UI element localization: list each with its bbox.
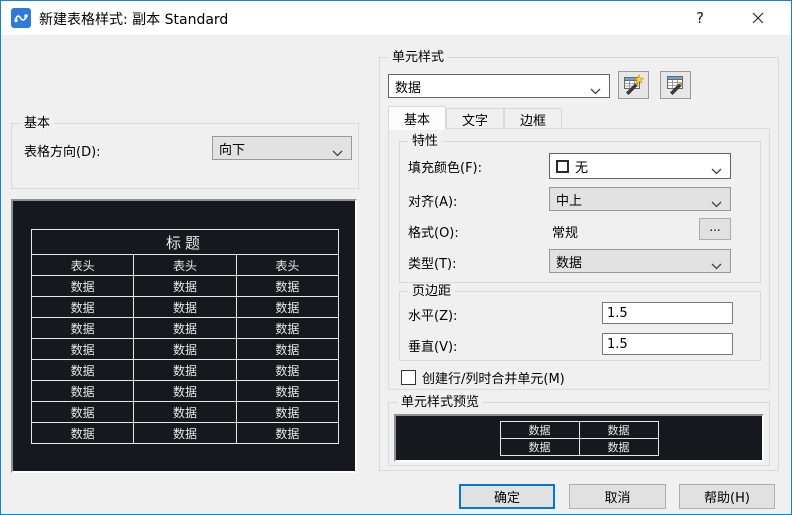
preview-table: 标题表头表头表头数据数据数据数据数据数据数据数据数据数据数据数据数据数据数据数据… <box>31 229 339 444</box>
help-titlebar-button[interactable]: ? <box>677 1 723 34</box>
vertical-margin-label: 垂直(V): <box>408 336 457 355</box>
alignment-label: 对齐(A): <box>408 191 457 210</box>
table-direction-label: 表格方向(D): <box>24 141 101 160</box>
preview-data-cell: 数据 <box>236 297 338 318</box>
cell-style-preview-table: 数据数据数据数据 <box>500 421 659 456</box>
properties-group-label: 特性 <box>408 133 442 150</box>
fill-color-label: 填充颜色(F): <box>408 157 482 176</box>
preview-data-cell: 数据 <box>32 381 134 402</box>
preview-data-cell: 数据 <box>236 318 338 339</box>
preview-data-cell: 数据 <box>32 339 134 360</box>
cell-style-preview-cell: 数据 <box>500 422 579 439</box>
cell-style-group-label: 单元样式 <box>388 49 448 66</box>
preview-data-cell: 数据 <box>134 297 236 318</box>
format-ellipsis-button[interactable]: ... <box>699 218 731 240</box>
cell-style-preview-cell: 数据 <box>579 422 658 439</box>
merge-cells-checkbox[interactable] <box>401 370 416 385</box>
ok-button[interactable]: 确定 <box>459 484 555 509</box>
alignment-select[interactable]: 中上 <box>549 187 731 211</box>
no-color-swatch <box>556 160 569 173</box>
horizontal-margin-label: 水平(Z): <box>408 305 457 324</box>
create-cell-style-button[interactable] <box>618 71 649 99</box>
cell-style-select[interactable]: 数据 <box>388 74 610 98</box>
cell-style-preview-cell: 数据 <box>579 439 658 456</box>
fill-color-select[interactable]: 无 <box>549 153 731 179</box>
new-table-style-dialog: 新建表格样式: 副本 Standard ? 基本 表格方向(D): 向下 标题表… <box>0 0 792 515</box>
preview-data-cell: 数据 <box>134 339 236 360</box>
preview-data-cell: 数据 <box>236 402 338 423</box>
cell-style-preview-label: 单元样式预览 <box>397 394 483 411</box>
close-icon[interactable] <box>735 1 781 34</box>
preview-data-cell: 数据 <box>236 423 338 444</box>
preview-data-cell: 数据 <box>236 339 338 360</box>
preview-data-cell: 数据 <box>236 381 338 402</box>
cell-style-preview-panel: 数据数据数据数据 <box>394 414 764 462</box>
preview-header-cell: 表头 <box>32 255 134 276</box>
preview-data-cell: 数据 <box>134 360 236 381</box>
preview-data-cell: 数据 <box>32 297 134 318</box>
type-select[interactable]: 数据 <box>549 249 731 273</box>
type-label: 类型(T): <box>408 253 456 272</box>
preview-data-cell: 数据 <box>134 318 236 339</box>
preview-data-cell: 数据 <box>236 360 338 381</box>
new-table-style-icon <box>622 74 646 96</box>
cancel-button[interactable]: 取消 <box>569 484 666 509</box>
merge-cells-checkbox-row: 创建行/列时合并单元(M) <box>401 368 565 387</box>
chevron-down-icon <box>332 146 343 161</box>
preview-data-cell: 数据 <box>134 381 236 402</box>
title-bar: 新建表格样式: 副本 Standard ? <box>1 1 791 35</box>
window-title: 新建表格样式: 副本 Standard <box>39 9 228 29</box>
margins-group-label: 页边距 <box>408 283 455 300</box>
horizontal-margin-input[interactable] <box>602 302 733 324</box>
table-style-preview-panel: 标题表头表头表头数据数据数据数据数据数据数据数据数据数据数据数据数据数据数据数据… <box>11 199 357 473</box>
preview-data-cell: 数据 <box>134 402 236 423</box>
merge-cells-label: 创建行/列时合并单元(M) <box>422 368 565 387</box>
preview-header-cell: 表头 <box>134 255 236 276</box>
preview-data-cell: 数据 <box>32 360 134 381</box>
app-icon <box>11 8 31 28</box>
chevron-down-icon <box>590 84 601 99</box>
cell-style-preview-group: 单元样式预览 数据数据数据数据 <box>388 402 770 466</box>
vertical-margin-input[interactable] <box>602 333 733 355</box>
tab-basic[interactable]: 基本 <box>388 106 446 130</box>
tab-text[interactable]: 文字 <box>446 108 504 129</box>
preview-title-cell: 标题 <box>32 230 339 255</box>
chevron-down-icon <box>711 197 722 212</box>
preview-data-cell: 数据 <box>32 318 134 339</box>
edit-table-style-icon <box>664 74 688 96</box>
tab-border[interactable]: 边框 <box>504 108 562 129</box>
preview-header-cell: 表头 <box>236 255 338 276</box>
help-button[interactable]: 帮助(H) <box>679 484 775 509</box>
preview-data-cell: 数据 <box>32 423 134 444</box>
preview-data-cell: 数据 <box>134 423 236 444</box>
format-label: 格式(O): <box>408 222 459 241</box>
cell-style-tabs: 基本 文字 边框 <box>388 104 562 129</box>
preview-data-cell: 数据 <box>32 276 134 297</box>
preview-data-cell: 数据 <box>32 402 134 423</box>
preview-data-cell: 数据 <box>134 276 236 297</box>
cell-style-group: 单元样式 数据 <box>379 57 779 471</box>
cell-style-preview-cell: 数据 <box>500 439 579 456</box>
chevron-down-icon <box>711 164 722 179</box>
preview-data-cell: 数据 <box>236 276 338 297</box>
basic-group: 基本 表格方向(D): 向下 <box>11 123 359 189</box>
manage-cell-styles-button[interactable] <box>660 71 691 99</box>
properties-group: 特性 填充颜色(F): 无 对齐(A): 中上 格式(O): <box>399 141 761 283</box>
basic-group-label: 基本 <box>20 115 54 132</box>
chevron-down-icon <box>711 259 722 274</box>
format-value: 常规 <box>552 222 578 241</box>
table-direction-select[interactable]: 向下 <box>212 136 352 160</box>
tab-basic-pane: 特性 填充颜色(F): 无 对齐(A): 中上 格式(O): <box>388 128 770 390</box>
margins-group: 页边距 水平(Z): 垂直(V): <box>399 291 761 361</box>
